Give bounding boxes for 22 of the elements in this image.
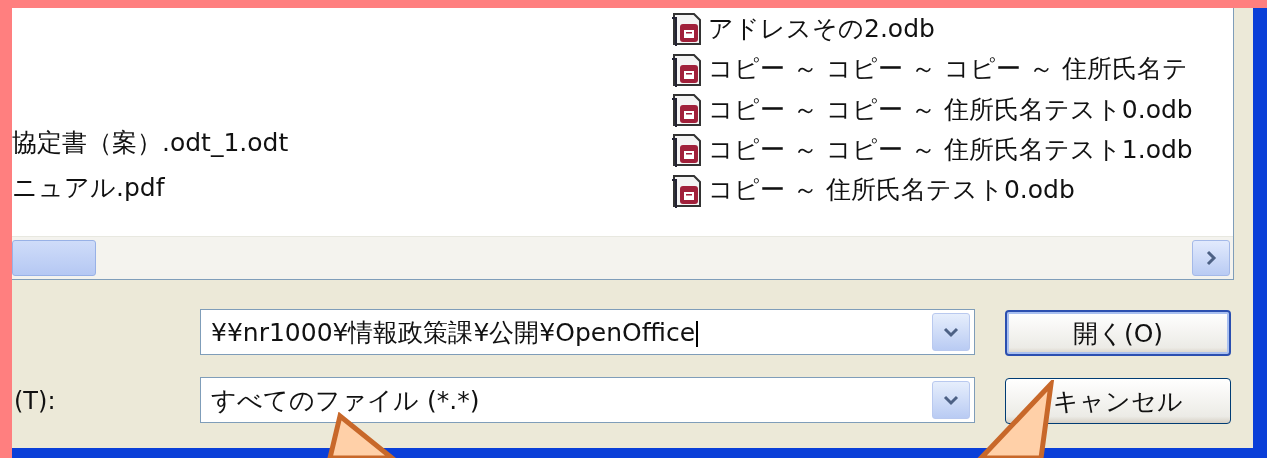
chevron-down-icon bbox=[943, 326, 959, 338]
scrollbar-thumb[interactable] bbox=[12, 240, 96, 276]
chevron-right-icon bbox=[1205, 250, 1217, 266]
file-name[interactable]: ニュアル.pdf bbox=[12, 171, 165, 204]
chevron-down-icon bbox=[943, 394, 959, 406]
database-file-icon bbox=[670, 91, 704, 127]
file-name[interactable]: コピー ～ 住所氏名テスト0.odb bbox=[708, 173, 1075, 207]
text-cursor bbox=[696, 320, 699, 347]
file-type-label: (T): bbox=[13, 387, 57, 415]
file-name[interactable]: コピー ～ コピー ～ 住所氏名テスト0.odb bbox=[708, 92, 1193, 126]
dropdown-button[interactable] bbox=[932, 381, 970, 419]
file-name[interactable]: 協定書（案）.odt_1.odt bbox=[12, 126, 289, 159]
open-button[interactable]: 開く(O) bbox=[1005, 310, 1231, 356]
database-file-icon bbox=[670, 131, 704, 168]
file-name[interactable]: コピー ～ コピー ～ 住所氏名テスト1.odb bbox=[708, 132, 1193, 166]
scroll-right-button[interactable] bbox=[1192, 240, 1230, 276]
file-type-combobox[interactable]: すべてのファイル (*.*) bbox=[200, 377, 975, 423]
file-name[interactable]: コピー ～ コピー ～ コピー ～ 住所氏名テ bbox=[708, 52, 1188, 86]
dropdown-button[interactable] bbox=[932, 313, 970, 351]
file-name[interactable]: アドレスその2.odb bbox=[708, 11, 935, 45]
file-name-combobox[interactable]: ¥¥nr1000¥情報政策課¥公開¥OpenOffice bbox=[200, 309, 975, 355]
cancel-button[interactable]: キャンセル bbox=[1005, 378, 1231, 424]
